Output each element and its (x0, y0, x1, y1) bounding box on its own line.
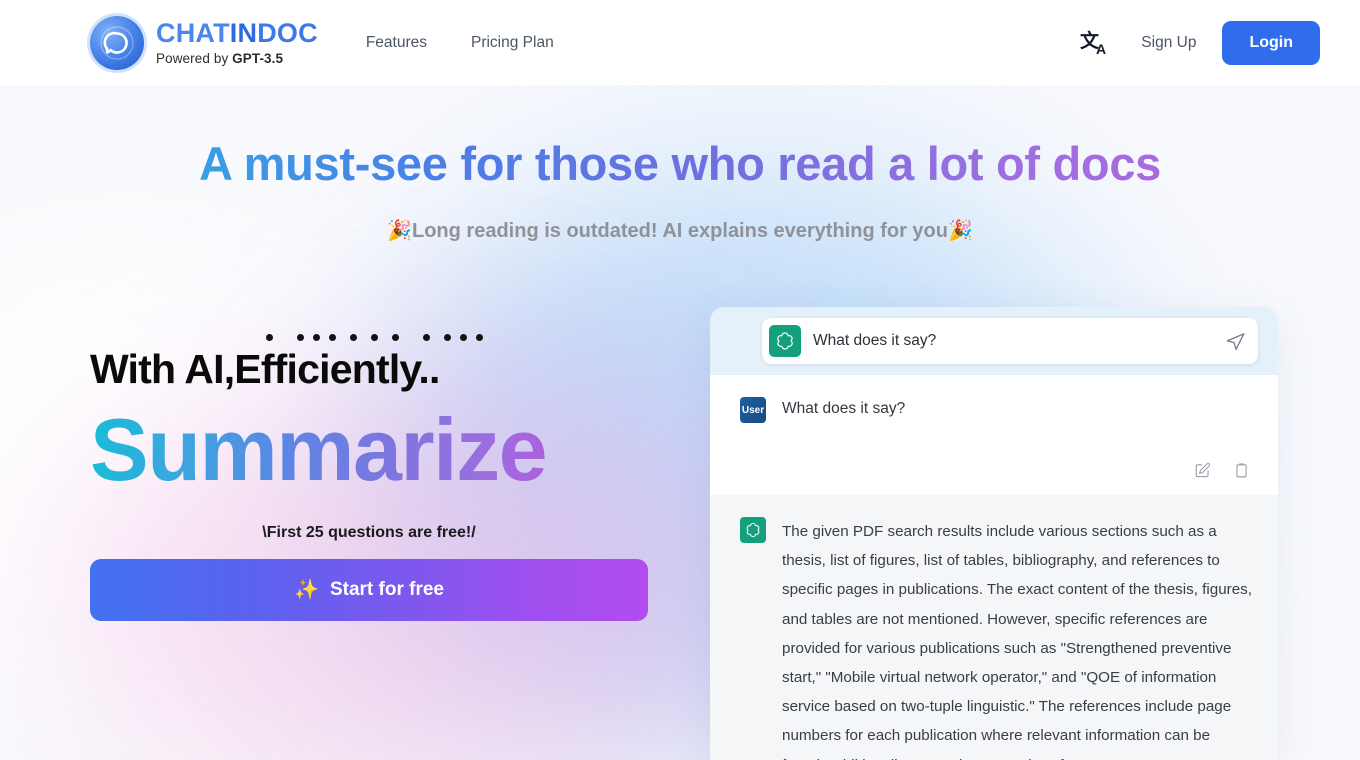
openai-logo-icon (769, 325, 801, 357)
chat-message-user: User What does it say? (710, 375, 1278, 495)
party-popper-icon-left: 🎉 (387, 220, 412, 242)
chat-message-assistant-text: The given PDF search results include var… (782, 523, 1252, 760)
header-actions: 文 A Sign Up Login (1075, 20, 1320, 65)
emphasis-dot (423, 333, 430, 341)
svg-text:A: A (1096, 41, 1106, 57)
hero-headline: A must-see for those who read a lot of d… (0, 136, 1360, 191)
brand-name-part3: DOC (257, 17, 318, 48)
main-nav: Features Pricing Plan (366, 34, 554, 52)
hero-word-summarize: Summarize (90, 400, 650, 500)
brand-tagline-model: GPT-3.5 (232, 50, 284, 66)
translate-icon[interactable]: 文 A (1075, 23, 1115, 63)
party-popper-icon-right: 🎉 (948, 220, 973, 242)
brand-name: CHATINDOC (156, 17, 318, 48)
hero-subheadline: 🎉Long reading is outdated! AI explains e… (0, 218, 1360, 243)
signup-link[interactable]: Sign Up (1141, 34, 1196, 52)
brand-logo[interactable]: CHATINDOC Powered by GPT-3.5 (90, 15, 318, 70)
start-for-free-label: Start for free (329, 578, 444, 600)
hero-tagline-efficiently: With AI,Efficiently.. (90, 346, 440, 392)
emphasis-dot (392, 333, 399, 341)
chatindoc-circle-logo-icon (90, 15, 144, 70)
brand-tagline-prefix: Powered by (156, 50, 233, 66)
emphasis-dot (313, 333, 320, 341)
openai-logo-icon (740, 517, 766, 543)
emphasis-dot (266, 333, 273, 341)
sparkles-icon: ✨ (294, 579, 319, 602)
emphasis-dot (444, 333, 451, 341)
chat-message-assistant: The given PDF search results include var… (710, 495, 1278, 760)
emphasis-dot (350, 333, 357, 341)
chat-input-bar[interactable]: What does it say? (762, 318, 1258, 364)
brand-name-part2: IN (229, 17, 258, 48)
chat-message-row: The given PDF search results include var… (740, 517, 1254, 760)
hero-subheadline-text: Long reading is outdated! AI explains ev… (412, 220, 948, 242)
emphasis-dot (329, 333, 336, 341)
send-paper-plane-icon[interactable] (1225, 331, 1246, 352)
chat-message-user-text: What does it say? (782, 400, 906, 417)
copy-icon[interactable] (1233, 462, 1250, 479)
hero-left-column: With AI,Efficiently.. Summarize \First 2… (90, 330, 650, 621)
user-avatar: User (740, 397, 766, 423)
brand-text: CHATINDOC Powered by GPT-3.5 (156, 17, 318, 66)
free-questions-note: \First 25 questions are free!/ (262, 523, 476, 541)
chat-input-topbar: What does it say? (710, 307, 1278, 375)
chat-message-row: User What does it say? (740, 397, 1254, 423)
edit-icon[interactable] (1194, 462, 1211, 479)
chat-preview-panel: What does it say? User What does it say? (710, 307, 1278, 760)
chat-message-actions (1194, 462, 1250, 479)
chat-input-value[interactable]: What does it say? (813, 332, 1213, 350)
login-button[interactable]: Login (1222, 20, 1320, 65)
emphasis-dot (476, 333, 483, 341)
emphasis-dots (266, 330, 650, 344)
emphasis-dot (371, 333, 378, 341)
start-for-free-button[interactable]: ✨ Start for free (90, 558, 648, 621)
emphasis-dot (297, 333, 304, 341)
brand-name-part1: CHAT (156, 17, 230, 48)
nav-item-pricing-plan[interactable]: Pricing Plan (471, 34, 554, 52)
site-header: CHATINDOC Powered by GPT-3.5 Features Pr… (0, 0, 1360, 85)
brand-tagline: Powered by GPT-3.5 (156, 52, 318, 66)
nav-item-features[interactable]: Features (366, 34, 427, 52)
emphasis-dot (460, 333, 467, 341)
